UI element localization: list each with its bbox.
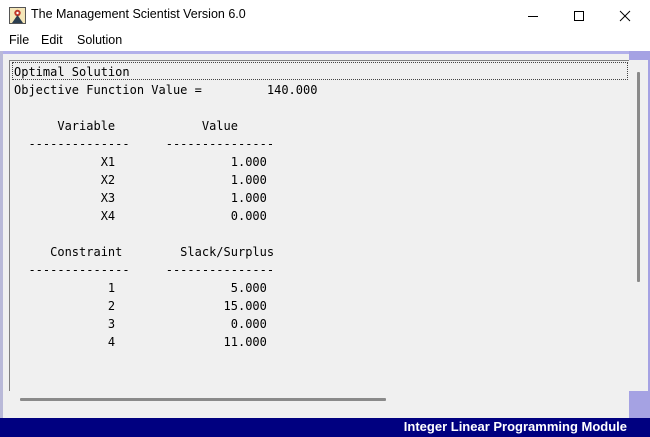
vertical-scrollbar[interactable] [629, 60, 648, 391]
constraint-name: 1 [107, 281, 116, 295]
frame-left [0, 51, 3, 419]
menu-edit[interactable]: Edit [41, 33, 63, 47]
app-icon[interactable] [9, 7, 26, 24]
value-header: Value [201, 119, 238, 133]
variable-value: 1.000 [230, 155, 267, 169]
constraint-value: 11.000 [223, 335, 267, 349]
report-heading: Optimal Solution [14, 65, 130, 79]
window-title: The Management Scientist Version 6.0 [31, 7, 246, 21]
objective-value: 140.000 [266, 83, 318, 97]
vertical-scroll-thumb[interactable] [637, 72, 640, 282]
constraint-name: 3 [107, 317, 116, 331]
close-button[interactable] [602, 0, 648, 31]
variable-header: Variable [57, 119, 116, 133]
title-bar: The Management Scientist Version 6.0 [0, 0, 650, 31]
variable-name: X3 [100, 191, 116, 205]
module-status: Integer Linear Programming Module [403, 419, 627, 434]
slack-surplus-header: Slack/Surplus [180, 245, 275, 259]
variable-name: X1 [100, 155, 116, 169]
variable-name: X2 [100, 173, 116, 187]
minimize-button[interactable] [510, 0, 556, 31]
maximize-button[interactable] [556, 0, 602, 31]
horizontal-scrollbar[interactable] [3, 391, 629, 409]
variable-name: X4 [100, 209, 116, 223]
maximize-icon [574, 10, 584, 21]
constraint-name: 4 [107, 335, 116, 349]
variable-value: 0.000 [230, 209, 267, 223]
constraint-header: Constraint [50, 245, 123, 259]
constraint-value: 0.000 [230, 317, 267, 331]
variable-value: 1.000 [230, 173, 267, 187]
variable-value: 1.000 [230, 191, 267, 205]
minimize-icon [528, 15, 538, 17]
report-text-area[interactable]: Optimal Solution Objective Function Valu… [9, 60, 629, 391]
objective-label: Objective Function Value = [14, 83, 202, 97]
status-bar: Integer Linear Programming Module [0, 418, 650, 437]
menu-file[interactable]: File [9, 33, 29, 47]
constraint-value: 5.000 [230, 281, 267, 295]
constraint-value: 15.000 [223, 299, 267, 313]
report-content: Optimal Solution Objective Function Valu… [14, 65, 318, 349]
constraint-name: 2 [107, 299, 116, 313]
horizontal-scroll-thumb[interactable] [20, 398, 386, 401]
frame-top [0, 51, 650, 54]
close-icon [619, 10, 631, 21]
menu-bar: File Edit Solution [0, 31, 650, 51]
menu-solution[interactable]: Solution [77, 33, 122, 47]
